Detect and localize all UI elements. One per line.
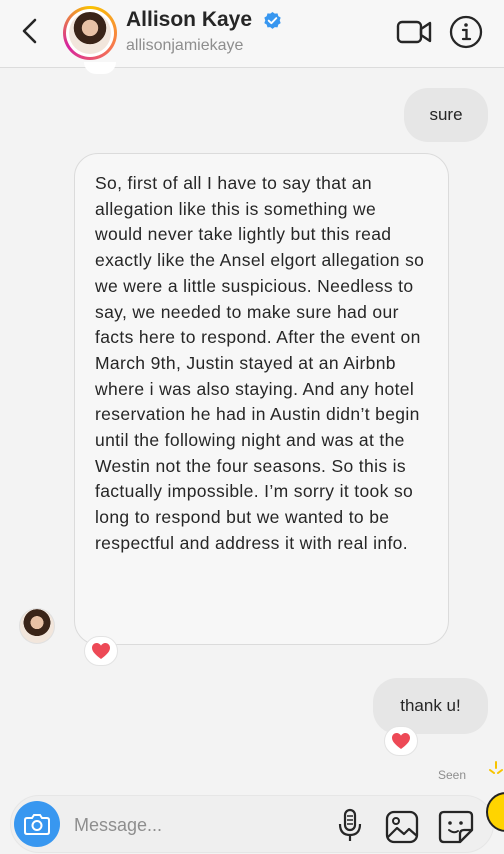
message-text: sure [429,105,463,124]
camera-button[interactable] [14,801,60,847]
contact-name[interactable]: Allison Kaye [126,8,252,32]
message-text: So, first of all I have to say that an a… [95,173,425,553]
profile-avatar[interactable] [63,6,117,60]
sparkle-icon [489,761,503,774]
message-text: thank u! [400,696,461,715]
heart-icon [392,733,410,749]
chat-header: Allison Kaye allisonjamiekaye [0,0,504,68]
outgoing-message[interactable]: thank u! [373,678,488,734]
heart-reaction[interactable] [84,636,118,666]
sender-avatar[interactable] [19,608,55,644]
back-icon[interactable] [14,14,48,48]
sticker-icon[interactable] [438,810,474,844]
gallery-icon[interactable] [385,810,419,844]
heart-icon [92,643,110,659]
heart-reaction[interactable] [384,726,418,756]
video-call-icon[interactable] [395,17,433,47]
microphone-icon[interactable] [336,808,364,844]
info-icon[interactable] [448,14,484,50]
contact-handle: allisonjamiekaye [126,37,244,54]
incoming-message[interactable]: So, first of all I have to say that an a… [74,153,449,645]
message-input[interactable]: Message... [74,815,162,836]
avatar-photo [69,12,111,54]
previous-reaction [84,62,116,74]
outgoing-message[interactable]: sure [404,88,488,142]
camera-icon [24,814,50,835]
seen-indicator: Seen [437,768,466,782]
verified-icon [264,11,281,29]
